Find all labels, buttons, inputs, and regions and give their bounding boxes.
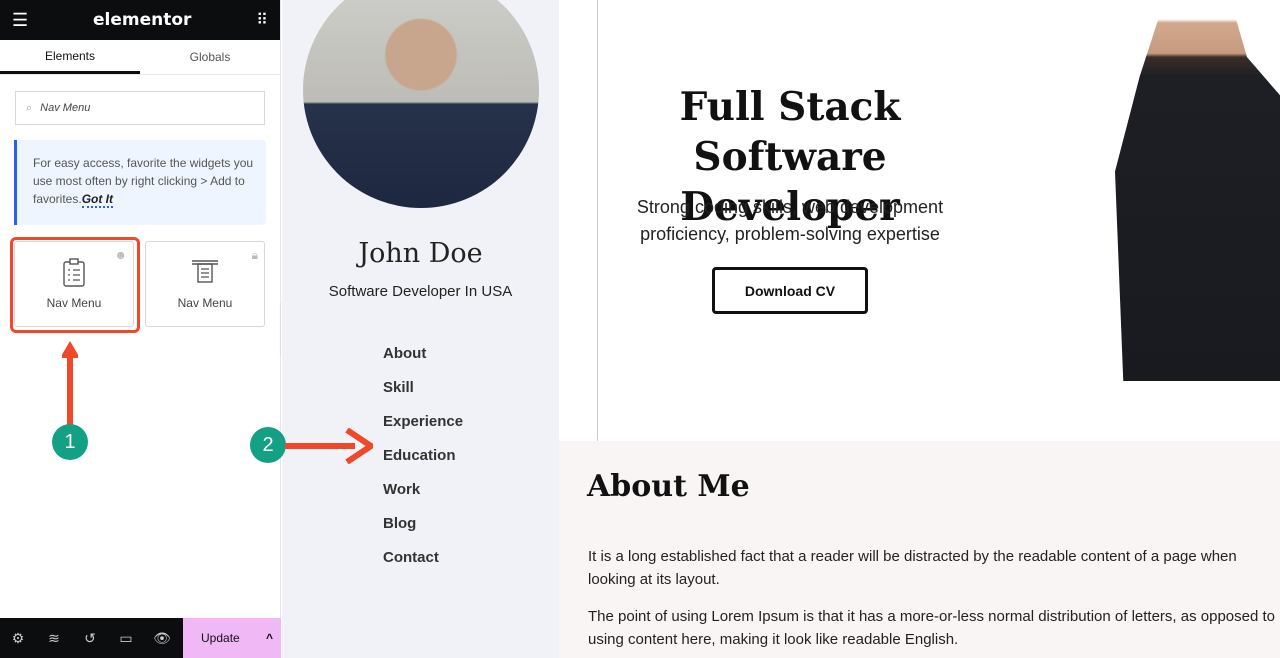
layers-icon[interactable]: ≋ [36,630,72,647]
update-label: Update [201,631,240,645]
hamburger-menu-icon[interactable]: ☰ [12,10,28,31]
responsive-icon[interactable]: ▭ [108,630,144,647]
download-cv-button[interactable]: Download CV [712,267,868,314]
tab-globals[interactable]: Globals [140,40,280,74]
tip-text: For easy access, favorite the widgets yo… [33,156,254,206]
about-paragraph-2: The point of using Lorem Ipsum is that i… [588,608,1275,648]
settings-icon[interactable]: ⚙ [0,630,36,647]
nav-item-skill[interactable]: Skill [383,379,463,413]
step-badge-1: 1 [52,424,88,460]
about-title: About Me [587,469,750,504]
widget-label: Nav Menu [177,296,233,310]
panel-footer: ⚙ ≋ ↺ ▭ 👁︎ Update ^ [0,618,281,658]
profile-name: John Doe [358,238,483,269]
annotation-arrow-right [285,428,373,464]
update-button[interactable]: Update ^ [183,618,281,658]
got-it-link[interactable]: Got It [81,192,114,208]
elementor-logo: elementor [92,10,192,30]
lock-icon: 🔒︎ [251,248,258,262]
preview-eye-icon[interactable]: 👁︎ [144,630,180,647]
hero-subtitle: Strong coding skills, web development pr… [636,197,944,244]
nav-item-work[interactable]: Work [383,481,463,515]
nav-item-education[interactable]: Education [383,447,463,481]
nav-item-experience[interactable]: Experience [383,413,463,447]
annotation-arrow-up [62,341,78,426]
about-section: About Me It is a long established fact t… [559,441,1280,658]
widget-search-input[interactable]: ⌕ Nav Menu [15,91,265,125]
widget-nav-menu-pro[interactable]: 🔒︎ Nav Menu [145,241,265,327]
apps-grid-icon[interactable]: ⠿ [256,10,268,30]
nav-menu: About Skill Experience Education Work Bl… [383,345,463,583]
panel-header: ☰ elementor ⠿ [0,0,280,40]
nav-item-contact[interactable]: Contact [383,549,463,583]
chevron-up-icon[interactable]: ^ [266,631,273,645]
search-icon: ⌕ [26,101,33,114]
favorites-tip: For easy access, favorite the widgets yo… [14,140,266,225]
hero-photo [1115,0,1280,381]
tab-elements[interactable]: Elements [0,40,140,74]
nav-item-blog[interactable]: Blog [383,515,463,549]
step-badge-2: 2 [250,427,286,463]
highlight-box [10,237,140,333]
profile-subtitle: Software Developer In USA [328,283,513,300]
nav-item-about[interactable]: About [383,345,463,379]
elementor-panel: ☰ elementor ⠿ Elements Globals ⌕ Nav Men… [0,0,281,658]
nav-menu-icon [192,260,218,283]
about-paragraph-1: It is a long established fact that a rea… [588,548,1237,588]
search-value: Nav Menu [40,102,91,114]
history-icon[interactable]: ↺ [72,630,108,647]
